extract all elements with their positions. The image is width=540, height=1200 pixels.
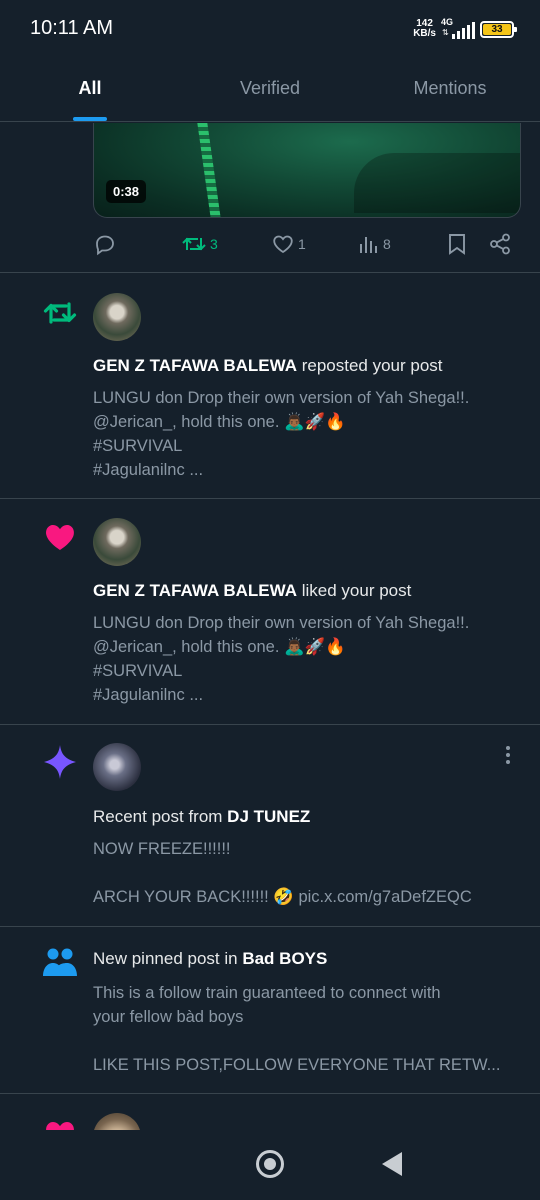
action-text: reposted your post (297, 356, 443, 375)
status-time: 10:11 AM (30, 17, 114, 39)
preview-line: @Jerican_, hold this one. 🙇🏾‍♂️🚀🔥 (93, 638, 346, 656)
reply-icon (96, 235, 114, 256)
like-button[interactable]: 1 (271, 232, 306, 256)
preview-line: @Jerican_, hold this one. 🙇🏾‍♂️🚀🔥 (93, 413, 346, 431)
notification-like[interactable] (0, 1094, 540, 1130)
repost-icon (182, 237, 206, 251)
notification-headline: New pinned post in Bad BOYS (93, 949, 327, 969)
share-button[interactable] (488, 232, 512, 256)
notification-tabs: All Verified Mentions (0, 60, 540, 122)
video-duration: 0:38 (106, 180, 147, 203)
sparkle-icon (44, 745, 76, 779)
notification-headline: GEN Z TAFAWA BALEWA liked your post (93, 581, 411, 601)
network-speed: 142 KB/s (413, 18, 436, 39)
preview-line: your fellow bàd boys (93, 1008, 244, 1026)
repost-button[interactable]: 3 (181, 232, 218, 256)
notification-pinned-post[interactable]: New pinned post in Bad BOYS This is a fo… (0, 927, 540, 1093)
preview-line: NOW FREEZE!!!!!! (93, 840, 231, 858)
heart-outline-icon (273, 235, 293, 254)
prefix-text: New pinned post in (93, 949, 243, 968)
prefix-text: Recent post from (93, 807, 228, 826)
preview-line: #Jagulanilnc ... (93, 461, 204, 479)
notification-like[interactable]: GEN Z TAFAWA BALEWA liked your post LUNG… (0, 499, 540, 724)
preview-line: #SURVIVAL (93, 437, 183, 455)
post-action-bar: 3 1 8 (93, 232, 521, 260)
preview-line: LIKE THIS POST,FOLLOW EVERYONE THAT RETW… (93, 1056, 501, 1074)
bookmark-icon (449, 234, 465, 255)
tab-all[interactable]: All (0, 60, 180, 121)
post-video-thumbnail[interactable]: 0:38 (93, 123, 521, 218)
battery-icon: 33 (480, 20, 517, 38)
notification-headline: Recent post from DJ TUNEZ (93, 807, 310, 827)
analytics-icon (360, 237, 377, 253)
preview-line: #SURVIVAL (93, 662, 183, 680)
action-text: liked your post (297, 581, 412, 600)
tab-verified[interactable]: Verified (180, 60, 360, 121)
system-indicators: 142 KB/s 4G ⇅ 33 (413, 17, 517, 41)
system-navigation-bar (0, 1130, 540, 1200)
post-preview: NOW FREEZE!!!!!! ARCH YOUR BACK!!!!!! 🤣 … (93, 837, 518, 909)
view-count: 8 (383, 236, 391, 252)
user-name[interactable]: GEN Z TAFAWA BALEWA (93, 581, 297, 600)
views-button[interactable]: 8 (358, 232, 391, 256)
community-icon (43, 948, 77, 976)
preview-line: #Jagulanilnc ... (93, 686, 204, 704)
preview-line: ARCH YOUR BACK!!!!!! 🤣 pic.x.com/g7aDefZ… (93, 888, 472, 906)
post-preview: This is a follow train guaranteed to con… (93, 981, 518, 1077)
heart-icon (46, 525, 74, 550)
post-preview: LUNGU don Drop their own version of Yah … (93, 386, 518, 482)
more-options-button[interactable] (500, 743, 516, 767)
repost-count: 3 (210, 236, 218, 252)
notification-headline: GEN Z TAFAWA BALEWA reposted your post (93, 356, 443, 376)
avatar[interactable] (93, 743, 141, 791)
preview-line: LUNGU don Drop their own version of Yah … (93, 389, 470, 407)
bookmark-button[interactable] (446, 232, 468, 256)
avatar[interactable] (93, 518, 141, 566)
avatar[interactable] (93, 293, 141, 341)
status-bar: 10:11 AM 142 KB/s 4G ⇅ 33 (0, 0, 540, 60)
like-count: 1 (298, 236, 306, 252)
preview-line: LUNGU don Drop their own version of Yah … (93, 614, 470, 632)
tab-mentions[interactable]: Mentions (360, 60, 540, 121)
user-name[interactable]: GEN Z TAFAWA BALEWA (93, 356, 297, 375)
cell-signal-icon: 4G ⇅ (441, 17, 475, 39)
home-button[interactable] (256, 1150, 284, 1178)
heart-icon (46, 1122, 74, 1130)
share-icon (490, 233, 510, 255)
back-button[interactable] (382, 1152, 402, 1176)
repost-icon (43, 302, 77, 324)
preview-line: This is a follow train guaranteed to con… (93, 984, 441, 1002)
post-preview: LUNGU don Drop their own version of Yah … (93, 611, 518, 707)
notification-repost[interactable]: GEN Z TAFAWA BALEWA reposted your post L… (0, 273, 540, 498)
notification-recent-post[interactable]: Recent post from DJ TUNEZ NOW FREEZE!!!!… (0, 725, 540, 926)
avatar[interactable] (93, 1113, 141, 1130)
community-name[interactable]: Bad BOYS (242, 949, 327, 968)
user-name[interactable]: DJ TUNEZ (227, 807, 310, 826)
reply-button[interactable] (93, 232, 117, 256)
